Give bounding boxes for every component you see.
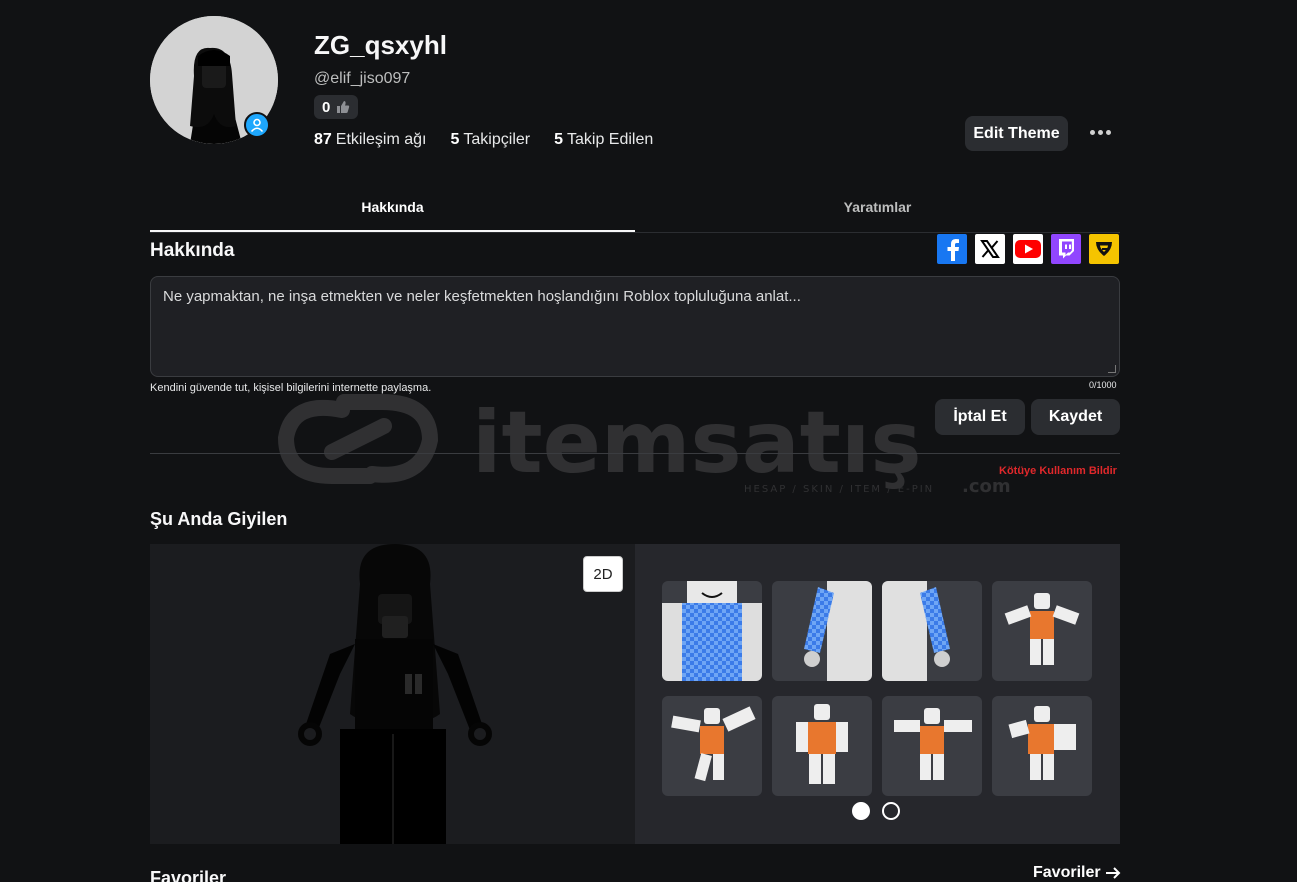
stat-value: 5 xyxy=(450,131,460,148)
worn-item-tile[interactable] xyxy=(772,581,872,681)
worn-items-panel xyxy=(635,544,1120,844)
watermark-brand: itemsatış xyxy=(472,393,922,493)
edit-theme-button[interactable]: Edit Theme xyxy=(965,116,1068,151)
username: @elif_jiso097 xyxy=(314,70,411,87)
stat-label: Takip Edilen xyxy=(567,131,654,148)
page-dot-1[interactable] xyxy=(852,802,870,820)
worn-item-tile[interactable] xyxy=(882,696,982,796)
emote-thumbnail xyxy=(796,704,848,784)
arrow-right-icon xyxy=(1105,867,1121,879)
worn-item-tile[interactable] xyxy=(882,581,982,681)
worn-items-grid xyxy=(662,581,1092,796)
worn-item-tile[interactable] xyxy=(662,696,762,796)
guilded-icon[interactable] xyxy=(1089,234,1119,264)
char-counter: 0/1000 xyxy=(1089,380,1117,390)
x-icon[interactable] xyxy=(975,234,1005,264)
worn-item-tile[interactable] xyxy=(772,696,872,796)
worn-item-tile[interactable] xyxy=(992,581,1092,681)
avatar-3d-viewer[interactable] xyxy=(150,544,635,844)
checkered-shirt-thumbnail xyxy=(662,581,762,681)
twitch-icon[interactable] xyxy=(1051,234,1081,264)
about-heading: Hakkında xyxy=(150,240,235,261)
worn-item-tile[interactable] xyxy=(662,581,762,681)
stat-following[interactable]: 5 Takip Edilen xyxy=(554,131,653,149)
like-count: 0 xyxy=(322,98,331,116)
watermark-suffix: .com xyxy=(962,476,1011,497)
stat-value: 87 xyxy=(314,131,332,148)
watermark-tagline: HESAP / SKIN / ITEM / E-PIN xyxy=(744,484,934,495)
emote-thumbnail xyxy=(1008,706,1076,780)
tab-creations[interactable]: Yaratımlar xyxy=(635,190,1120,232)
emote-thumbnail xyxy=(1004,593,1080,665)
emote-thumbnail xyxy=(671,706,756,782)
toggle-2d-button[interactable]: 2D xyxy=(583,556,623,592)
facebook-icon[interactable] xyxy=(937,234,967,264)
like-counter[interactable]: 0 xyxy=(314,95,359,119)
profile-tabs: Hakkında Yaratımlar xyxy=(150,190,1120,233)
about-placeholder: Ne yapmaktan, ne inşa etmekten ve neler … xyxy=(163,288,801,305)
stat-followers[interactable]: 5 Takipçiler xyxy=(451,131,531,149)
currently-wearing-heading: Şu Anda Giyilen xyxy=(150,509,288,529)
stat-value: 5 xyxy=(554,131,563,148)
more-options-icon[interactable] xyxy=(1085,118,1115,146)
worn-item-tile[interactable] xyxy=(992,696,1092,796)
page-dot-2[interactable] xyxy=(882,802,900,820)
resize-handle-icon[interactable] xyxy=(1108,365,1116,373)
carousel-pagination xyxy=(852,802,900,820)
stat-label: Takipçiler xyxy=(463,131,531,148)
save-button[interactable]: Kaydet xyxy=(1031,399,1120,435)
checkered-sleeve-thumbnail xyxy=(804,581,872,681)
about-textarea[interactable]: Ne yapmaktan, ne inşa etmekten ve neler … xyxy=(150,276,1120,377)
safety-note: Kendini güvende tut, kişisel bilgilerini… xyxy=(150,382,432,394)
cancel-button[interactable]: İptal Et xyxy=(935,399,1025,435)
verified-badge-icon xyxy=(244,112,270,138)
favorites-link-label: Favoriler xyxy=(1033,864,1101,881)
section-divider xyxy=(150,453,1120,454)
display-name: ZG_qsxyhl xyxy=(314,30,447,60)
social-links xyxy=(937,234,1119,264)
itemsatis-watermark-logo: itemsatış .com HESAP / SKIN / ITEM / E-P… xyxy=(277,393,1011,497)
favorites-link[interactable]: Favoriler xyxy=(1033,864,1121,882)
avatar-full-body xyxy=(298,544,492,844)
tab-about[interactable]: Hakkında xyxy=(150,190,635,232)
thumbs-up-icon xyxy=(337,101,350,113)
stat-label: Etkileşim ağı xyxy=(335,131,427,148)
youtube-icon[interactable] xyxy=(1013,234,1043,264)
profile-stats: 87 Etkileşim ağı 5 Takipçiler 5 Takip Edile… xyxy=(314,131,653,149)
favorites-heading: Favoriler xyxy=(150,868,227,882)
report-abuse-link[interactable]: Kötüye Kullanım Bildir xyxy=(999,465,1117,477)
emote-thumbnail xyxy=(894,708,972,780)
checkered-sleeve-thumbnail xyxy=(882,581,950,681)
stat-connections[interactable]: 87 Etkileşim ağı xyxy=(314,131,427,149)
